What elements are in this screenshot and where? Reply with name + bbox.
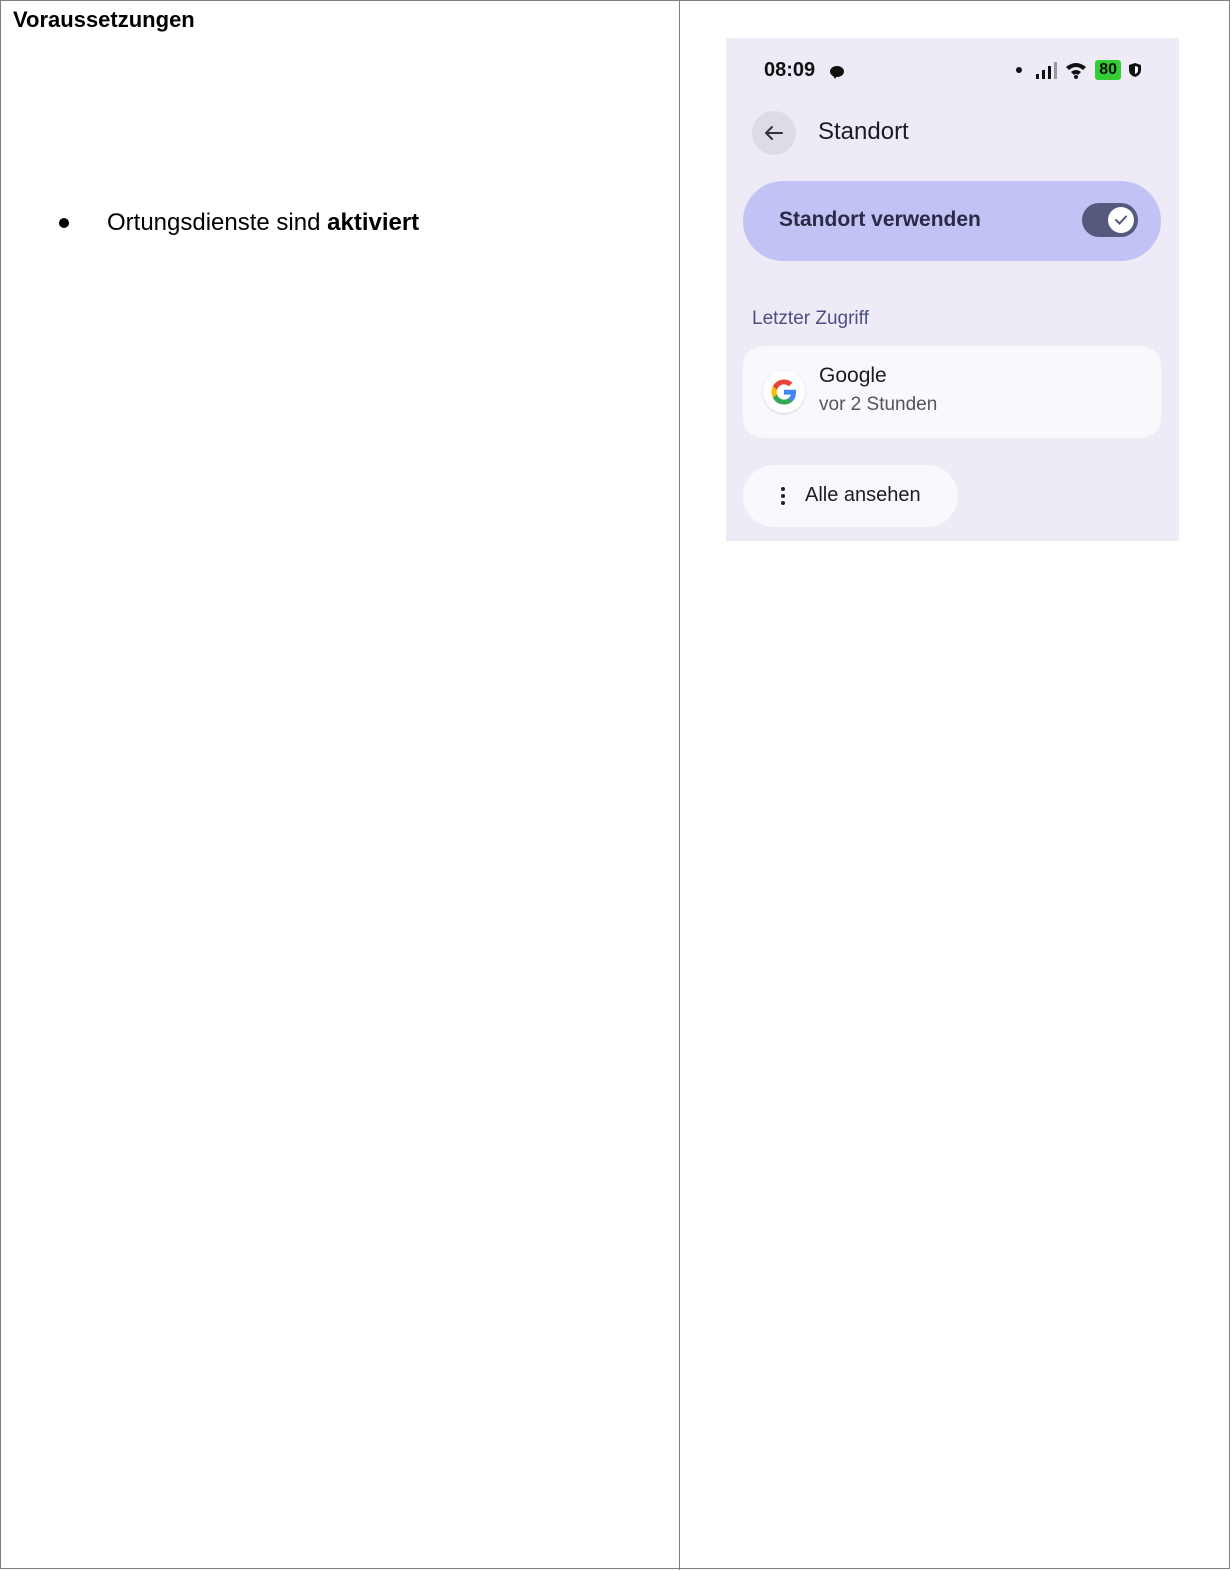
recent-app-item[interactable]: Google vor 2 Stunden — [743, 346, 1161, 438]
back-button[interactable] — [752, 111, 796, 155]
more-vert-icon — [781, 487, 785, 505]
signal-strength-icon — [1036, 61, 1058, 79]
checkmark-icon — [1115, 215, 1127, 225]
bullet-text: Ortungsdienste sind aktiviert — [107, 209, 419, 237]
recent-access-label: Letzter Zugriff — [752, 308, 869, 329]
use-location-label: Standort verwenden — [779, 208, 981, 231]
use-location-toggle-row[interactable]: Standort verwenden — [743, 181, 1161, 261]
phone-screenshot: 08:09 80 Standort Standort verwenden Let… — [726, 38, 1179, 541]
chat-bubble-icon — [830, 66, 844, 79]
column-divider — [679, 1, 680, 1570]
status-bar: 08:09 80 — [726, 38, 1179, 104]
see-all-button[interactable]: Alle ansehen — [743, 465, 958, 527]
app-access-time: vor 2 Stunden — [819, 394, 938, 415]
bullet-text-bold: aktiviert — [327, 209, 420, 236]
google-icon — [763, 371, 805, 413]
bullet-item: Ortungsdienste sind aktiviert — [59, 209, 419, 237]
shield-icon — [1129, 63, 1141, 77]
bullet-dot-icon — [59, 218, 69, 228]
battery-badge: 80 — [1095, 60, 1121, 80]
document-table: Voraussetzungen Ortungsdienste sind akti… — [0, 0, 1230, 1570]
section-heading: Voraussetzungen — [13, 7, 195, 32]
bullet-text-regular: Ortungsdienste sind — [107, 209, 328, 236]
notification-dot-icon — [1016, 67, 1023, 73]
status-time: 08:09 — [764, 59, 816, 81]
use-location-switch[interactable] — [1082, 203, 1138, 237]
app-name: Google — [819, 364, 887, 387]
switch-knob — [1108, 207, 1134, 233]
wifi-icon — [1066, 63, 1087, 79]
status-icons: 80 — [1016, 60, 1141, 80]
arrow-left-icon — [765, 126, 783, 140]
left-cell: Voraussetzungen Ortungsdienste sind akti… — [1, 1, 679, 1568]
see-all-label: Alle ansehen — [805, 484, 921, 506]
page-title: Standort — [818, 118, 909, 145]
